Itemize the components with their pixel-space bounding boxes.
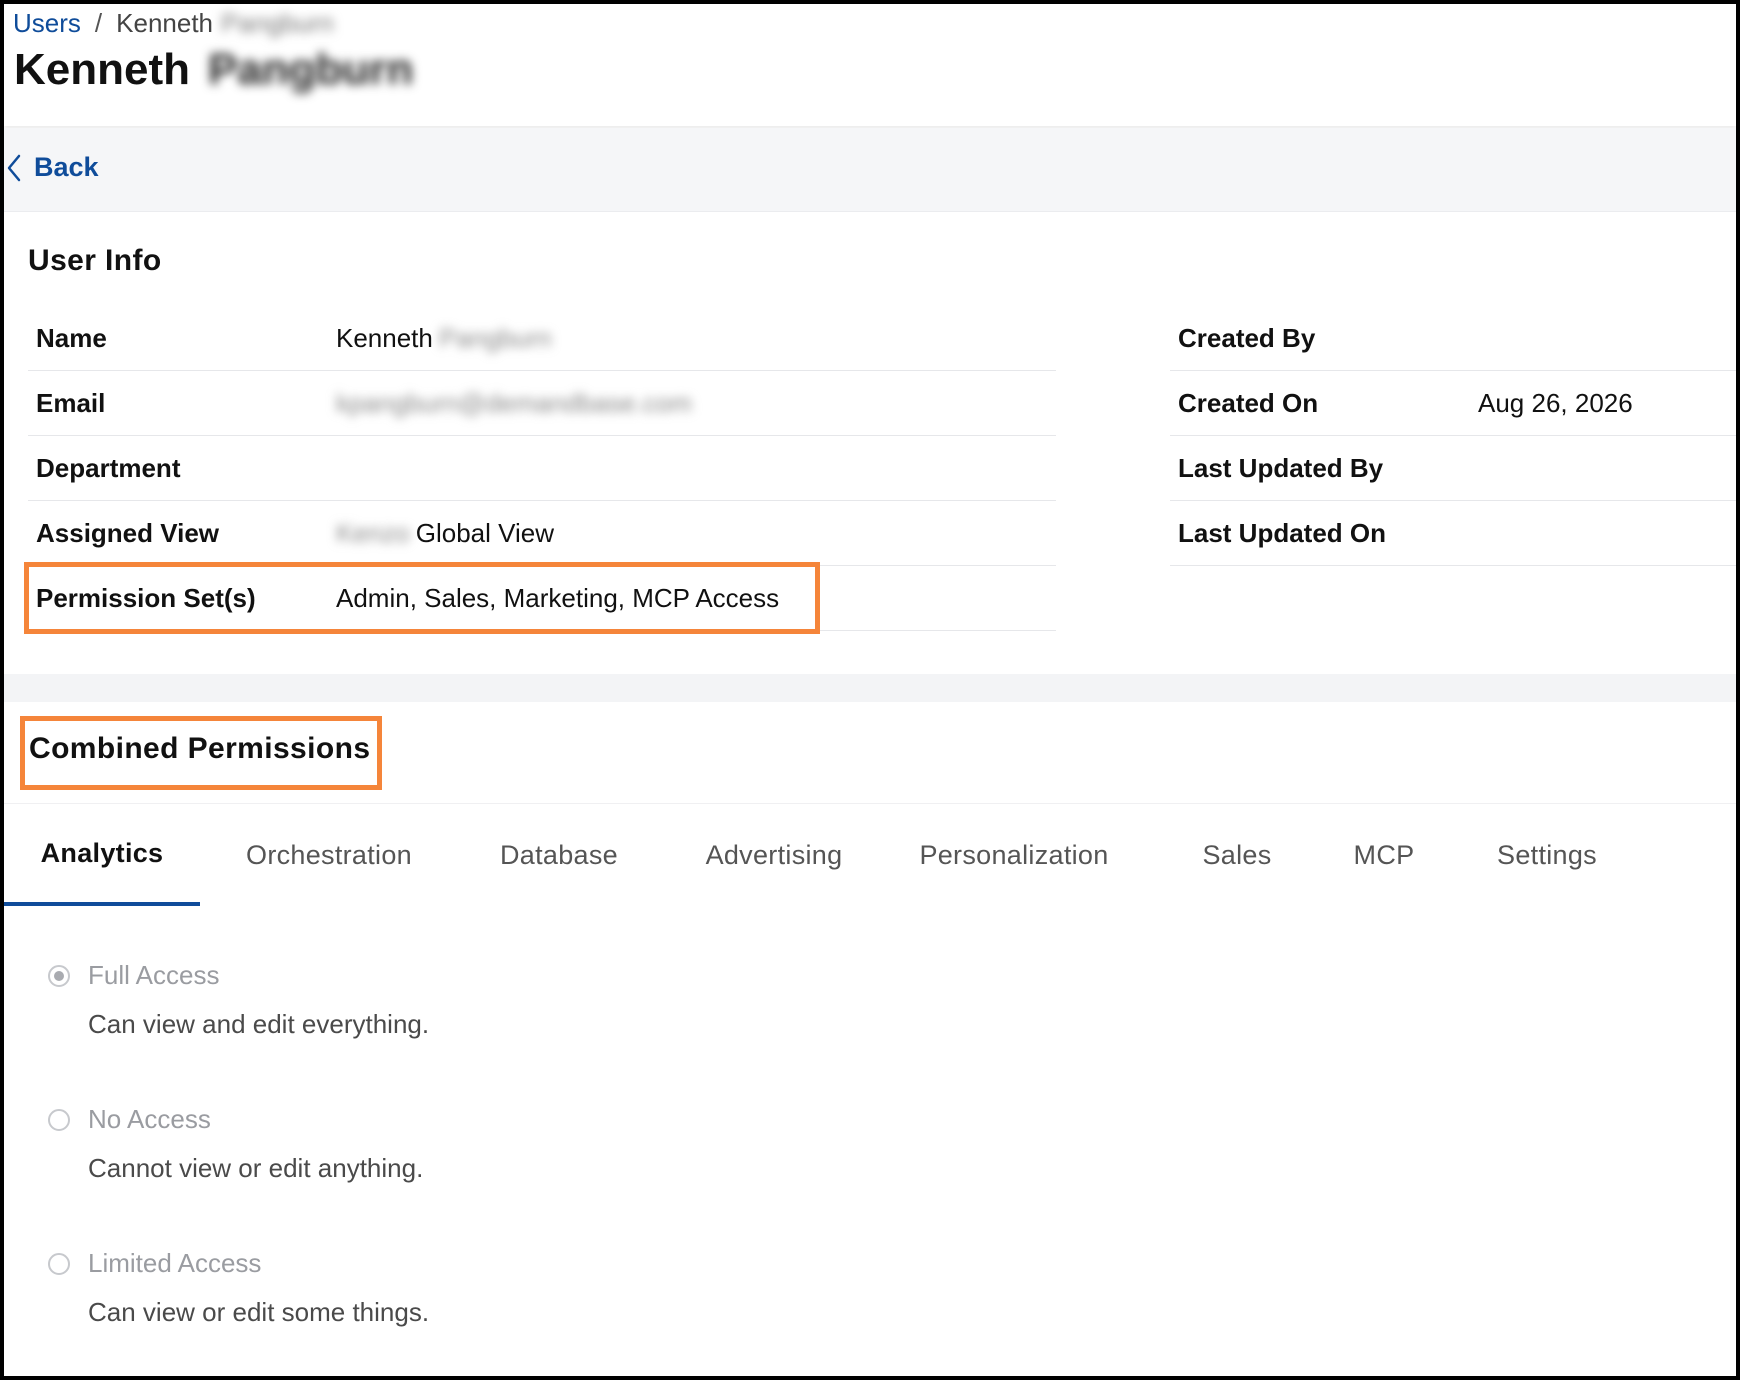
tab-mcp[interactable]: MCP xyxy=(1334,804,1434,906)
no-access-label: No Access xyxy=(88,1104,211,1134)
limited-access-radio-row[interactable]: Limited Access xyxy=(48,1248,948,1279)
info-label: Created By xyxy=(1178,322,1316,353)
info-row-permission-sets: Permission Set(s) Admin, Sales, Marketin… xyxy=(28,566,1056,631)
info-label: Last Updated By xyxy=(1178,452,1384,483)
limited-access-radio[interactable] xyxy=(48,1252,70,1275)
full-access-radio-row[interactable]: Full Access xyxy=(48,960,948,991)
no-access-radio-row[interactable]: No Access xyxy=(48,1104,948,1135)
limited-access-label: Limited Access xyxy=(88,1248,262,1278)
user-info-title: User Info xyxy=(28,244,162,277)
info-label: Name xyxy=(36,322,107,353)
assigned-view-prefix-redacted: Kenzo xyxy=(336,517,410,548)
tab-database[interactable]: Database xyxy=(484,804,634,906)
info-value: Kenzo Global View xyxy=(336,518,554,549)
no-access-description: Cannot view or edit anything. xyxy=(88,1153,424,1183)
chevron-left-icon xyxy=(7,154,21,181)
page-header: Users / Kenneth Pangburn Kenneth Pangbur… xyxy=(4,4,1736,126)
info-label: Department xyxy=(36,452,181,483)
page-title-last-redacted: Pangburn xyxy=(208,45,414,94)
user-info-right-table: Created By Created On Aug 26, 2026 Last … xyxy=(1170,306,1736,566)
full-access-description: Can view and edit everything. xyxy=(88,1009,430,1039)
breadcrumb-separator: / xyxy=(94,8,103,38)
info-row-email: Email kpangburn@demandbase.com xyxy=(28,371,1056,436)
tab-orchestration[interactable]: Orchestration xyxy=(234,804,424,906)
info-row-last-updated-on: Last Updated On xyxy=(1170,501,1736,566)
info-row-assigned-view: Assigned View Kenzo Global View xyxy=(28,501,1056,566)
option-no-access: No Access Cannot view or edit anything. xyxy=(48,1104,948,1184)
user-info-left-table: Name Kenneth Pangburn Email kpangburn@de… xyxy=(28,306,1056,631)
info-row-name: Name Kenneth Pangburn xyxy=(28,306,1056,371)
app-frame: Users / Kenneth Pangburn Kenneth Pangbur… xyxy=(0,0,1740,1380)
back-button[interactable]: Back xyxy=(6,152,99,183)
tab-sales[interactable]: Sales xyxy=(1184,804,1290,906)
full-access-radio[interactable] xyxy=(48,964,70,987)
full-access-label: Full Access xyxy=(88,960,220,990)
tab-advertising[interactable]: Advertising xyxy=(694,804,854,906)
info-label: Created On xyxy=(1178,387,1319,418)
page-title: Kenneth Pangburn xyxy=(14,44,413,96)
info-label: Email xyxy=(36,387,106,418)
option-full-access: Full Access Can view and edit everything… xyxy=(48,960,948,1040)
page-title-first: Kenneth xyxy=(14,45,190,94)
tab-settings[interactable]: Settings xyxy=(1482,804,1612,906)
info-value: Kenneth Pangburn xyxy=(336,323,558,354)
back-label: Back xyxy=(34,152,99,182)
permission-sets-value: Admin, Sales, Marketing, MCP Access xyxy=(336,582,780,613)
info-row-created-on: Created On Aug 26, 2026 xyxy=(1170,371,1736,436)
tab-analytics[interactable]: Analytics xyxy=(4,804,200,906)
breadcrumb-users-link[interactable]: Users xyxy=(13,6,81,40)
tab-personalization[interactable]: Personalization xyxy=(914,804,1114,906)
access-options: Full Access Can view and edit everything… xyxy=(4,906,1736,1376)
info-label: Last Updated On xyxy=(1178,517,1387,548)
name-value-redacted: Pangburn xyxy=(438,322,552,353)
breadcrumb-current-first: Kenneth xyxy=(116,8,214,38)
info-value: kpangburn@demandbase.com xyxy=(336,388,692,419)
info-row-last-updated-by: Last Updated By xyxy=(1170,436,1736,501)
user-info-section: User Info Name Kenneth Pangburn Email kp… xyxy=(4,212,1736,674)
combined-permissions-header: Combined Permissions xyxy=(4,702,1736,804)
no-access-radio[interactable] xyxy=(48,1108,70,1131)
email-value-redacted: kpangburn@demandbase.com xyxy=(336,387,692,418)
info-value: Aug 26, 2026 xyxy=(1478,387,1633,418)
info-row-department: Department xyxy=(28,436,1056,501)
breadcrumb: Users / Kenneth Pangburn xyxy=(13,6,334,40)
breadcrumb-current-last-redacted: Pangburn xyxy=(221,8,334,38)
combined-permissions-title: Combined Permissions xyxy=(29,732,371,765)
assigned-view-value: Global View xyxy=(415,517,554,548)
info-label: Permission Set(s) xyxy=(36,582,256,613)
info-label: Assigned View xyxy=(36,517,220,548)
limited-access-description: Can view or edit some things. xyxy=(88,1297,430,1327)
option-limited-access: Limited Access Can view or edit some thi… xyxy=(48,1248,948,1328)
permissions-tabs: Analytics Orchestration Database Adverti… xyxy=(4,804,1736,906)
section-divider xyxy=(4,674,1736,702)
back-bar: Back xyxy=(4,128,1736,212)
info-row-created-by: Created By xyxy=(1170,306,1736,371)
name-value: Kenneth xyxy=(336,322,433,353)
